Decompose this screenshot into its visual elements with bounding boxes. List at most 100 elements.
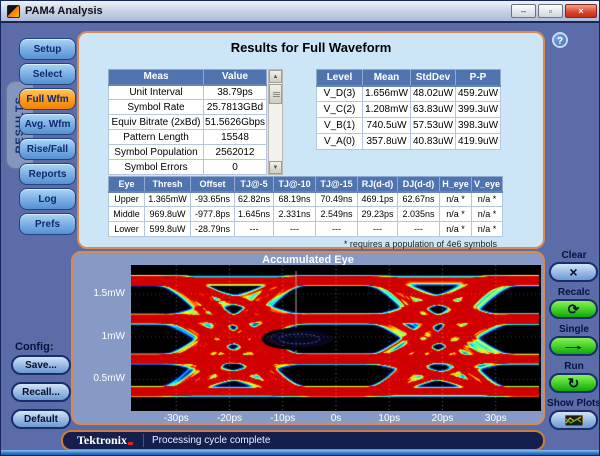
maximize-button[interactable]: ▫ xyxy=(538,4,563,18)
table-cell: 29.23ps xyxy=(358,207,398,222)
table-cell: 68.19ns xyxy=(274,192,316,207)
header-row: LevelMeanStdDevP-P xyxy=(317,70,501,86)
column-header: V_eye xyxy=(472,177,503,192)
scrollbar-up-icon[interactable]: ▲ xyxy=(269,70,282,83)
table-cell: 419.9uW xyxy=(456,134,501,150)
table-row: V_A(0)357.8uW40.83uW419.9uW xyxy=(317,134,501,150)
table-cell: 38.79ps xyxy=(204,85,267,100)
save-button[interactable]: Save... xyxy=(11,355,71,375)
eye-table: EyeThreshOffsetTJ@-5TJ@-10TJ@-15RJ(d-d)D… xyxy=(108,176,503,237)
table-row: Symbol Errors0 xyxy=(109,160,267,175)
statusbar: Tektronix Processing cycle complete xyxy=(61,430,545,451)
table-row: V_C(2)1.208mW63.83uW399.3uW xyxy=(317,102,501,118)
column-header: TJ@-15 xyxy=(316,177,358,192)
table-cell: 62.67ns xyxy=(398,192,440,207)
sidebar-item-rise-fall[interactable]: Rise/Fall xyxy=(19,138,76,160)
table-cell: 1.208mW xyxy=(363,102,411,118)
x-tick-label: 30ps xyxy=(478,413,514,424)
table-cell: 48.02uW xyxy=(411,86,456,102)
config-label: Config: xyxy=(15,341,53,353)
clear-label: Clear xyxy=(547,250,600,261)
status-message: Processing cycle complete xyxy=(152,435,270,446)
header-row: EyeThreshOffsetTJ@-5TJ@-10TJ@-15RJ(d-d)D… xyxy=(109,177,503,192)
table-cell: Equiv Bitrate (2xBd) xyxy=(109,115,204,130)
y-tick-label: 1.5mW xyxy=(75,288,125,299)
accumulated-eye-canvas xyxy=(131,265,541,411)
table-cell: n/a * xyxy=(440,222,472,237)
column-header: Thresh xyxy=(145,177,191,192)
window-title: PAM4 Analysis xyxy=(25,5,511,17)
recalc-button[interactable]: ⟳ xyxy=(549,299,598,319)
table-cell: n/a * xyxy=(472,222,503,237)
results-title: Results for Full Waveform xyxy=(79,40,543,55)
column-header: Value xyxy=(204,70,267,85)
titlebar: PAM4 Analysis – ▫ × xyxy=(1,1,600,23)
table-cell: 740.5uW xyxy=(363,118,411,134)
minimize-button[interactable]: – xyxy=(511,4,536,18)
table-cell: 0 xyxy=(204,160,267,175)
clear-button[interactable]: × xyxy=(549,262,598,282)
table-cell: 969.8uW xyxy=(145,207,191,222)
table-cell: 599.8uW xyxy=(145,222,191,237)
sidebar-item-log[interactable]: Log xyxy=(19,188,76,210)
window-controls: – ▫ × xyxy=(511,4,597,18)
header-row: MeasValue xyxy=(109,70,267,85)
sidebar-item-select[interactable]: Select xyxy=(19,63,76,85)
scrollbar-down-icon[interactable]: ▼ xyxy=(269,161,282,174)
table-cell: 51.5626Gbps xyxy=(204,115,267,130)
scrollbar-thumb[interactable] xyxy=(269,84,282,104)
close-button[interactable]: × xyxy=(565,4,597,18)
results-panel: Results for Full Waveform MeasValueUnit … xyxy=(77,31,545,249)
table-cell: 62.82ns xyxy=(235,192,274,207)
sidebar-item-avg-wfm[interactable]: Avg. Wfm xyxy=(19,113,76,135)
column-header: Mean xyxy=(363,70,411,86)
table-cell: 398.3uW xyxy=(456,118,501,134)
table-cell: 2.035ns xyxy=(398,207,440,222)
run-label: Run xyxy=(547,361,600,372)
show-plots-label: Show Plots xyxy=(547,398,600,409)
level-table: LevelMeanStdDevP-PV_D(3)1.656mW48.02uW45… xyxy=(316,69,501,150)
table-cell: 70.49ns xyxy=(316,192,358,207)
single-label: Single xyxy=(547,324,600,335)
table-cell: -93.65ns xyxy=(191,192,235,207)
column-header: Level xyxy=(317,70,363,86)
sidebar-item-prefs[interactable]: Prefs xyxy=(19,213,76,235)
table-row: Symbol Population2562012 xyxy=(109,145,267,160)
table-cell: Lower xyxy=(109,222,145,237)
show-plots-button[interactable] xyxy=(549,410,598,430)
table-cell: --- xyxy=(398,222,440,237)
single-arrow-icon: → xyxy=(560,339,587,353)
column-header: TJ@-5 xyxy=(235,177,274,192)
clear-x-icon: × xyxy=(569,265,577,279)
table-cell: n/a * xyxy=(472,192,503,207)
table-cell: 357.8uW xyxy=(363,134,411,150)
y-tick-label: 0.5mW xyxy=(75,373,125,384)
run-button[interactable]: ↻ xyxy=(549,373,598,393)
column-header: Eye xyxy=(109,177,145,192)
column-header: StdDev xyxy=(411,70,456,86)
meas-table: MeasValueUnit Interval38.79psSymbol Rate… xyxy=(108,69,267,175)
table-cell: --- xyxy=(235,222,274,237)
meas-table-scrollbar[interactable]: ▲ ▼ xyxy=(268,69,283,175)
table-cell: n/a * xyxy=(440,207,472,222)
recall-button[interactable]: Recall... xyxy=(11,382,71,402)
x-tick-label: 10ps xyxy=(371,413,407,424)
sidebar-item-setup[interactable]: Setup xyxy=(19,38,76,60)
column-header: P-P xyxy=(456,70,501,86)
table-cell: 2.549ns xyxy=(316,207,358,222)
x-tick-label: -30ps xyxy=(158,413,194,424)
sidebar-item-full-wfm[interactable]: Full Wfm xyxy=(19,88,76,110)
table-cell: 57.53uW xyxy=(411,118,456,134)
window-bottom-edge xyxy=(1,450,600,455)
table-cell: V_D(3) xyxy=(317,86,363,102)
table-cell: 459.2uW xyxy=(456,86,501,102)
default-button[interactable]: Default xyxy=(11,409,71,429)
status-divider xyxy=(143,434,144,447)
show-plots-icon xyxy=(565,415,583,426)
column-header: H_eye xyxy=(440,177,472,192)
sidebar-item-reports[interactable]: Reports xyxy=(19,163,76,185)
single-button[interactable]: → xyxy=(549,336,598,356)
table-cell: 1.656mW xyxy=(363,86,411,102)
tektronix-logo-mark xyxy=(128,442,133,445)
help-button[interactable]: ? xyxy=(552,32,568,48)
